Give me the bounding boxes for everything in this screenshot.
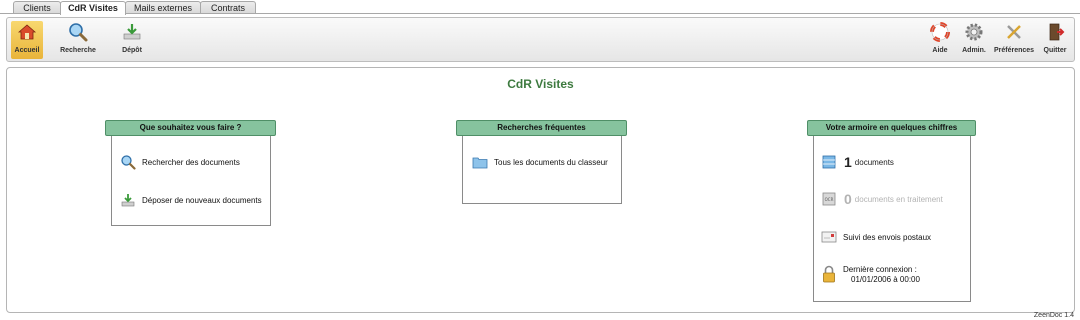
main-panel: CdR Visites Que souhaitez vous faire ? R…: [6, 67, 1075, 313]
upload-icon: [123, 24, 141, 40]
documents-label: documents: [854, 157, 894, 167]
preferences-button[interactable]: Préférences: [993, 21, 1035, 59]
all-documents-label: Tous les documents du classeur: [494, 157, 608, 167]
admin-label: Admin.: [962, 47, 986, 54]
last-login-value: 01/01/2006 à 00:00: [851, 275, 920, 284]
tab-clients[interactable]: Clients: [13, 1, 61, 14]
svg-text:OCR: OCR: [825, 197, 834, 202]
recherche-label: Recherche: [60, 47, 96, 54]
documents-count: 1: [844, 154, 852, 170]
padlock-icon: [823, 265, 835, 283]
actions-header: Que souhaitez vous faire ?: [105, 120, 276, 136]
ocr-icon: OCR: [822, 192, 836, 206]
search-icon: [69, 23, 88, 42]
home-icon: [17, 24, 37, 40]
quitter-button[interactable]: Quitter: [1040, 21, 1070, 59]
search-icon: [121, 155, 136, 170]
search-documents-label: Rechercher des documents: [142, 157, 240, 167]
folder-icon: [472, 157, 488, 169]
depot-button[interactable]: Dépôt: [115, 21, 149, 59]
mail-tracking-link[interactable]: Suivi des envois postaux: [821, 230, 931, 244]
tab-mails-externes[interactable]: Mails externes: [125, 1, 201, 14]
lifebuoy-icon: [930, 22, 950, 42]
tab-bar: Clients CdR Visites Mails externes Contr…: [0, 0, 1080, 15]
tab-cdr-visites[interactable]: CdR Visites: [60, 1, 126, 15]
deposit-documents-label: Déposer de nouveaux documents: [142, 195, 262, 205]
upload-icon: [121, 194, 135, 207]
actions-box: [111, 131, 271, 226]
aide-label: Aide: [932, 47, 948, 54]
admin-button[interactable]: Admin.: [959, 21, 989, 59]
preferences-label: Préférences: [993, 47, 1035, 54]
tools-icon: [1007, 25, 1021, 39]
depot-label: Dépôt: [122, 47, 142, 54]
gear-icon: [965, 23, 983, 41]
page-title: CdR Visites: [507, 77, 574, 91]
mail-tracking-label: Suivi des envois postaux: [843, 232, 932, 242]
document-stack-icon: [822, 155, 836, 169]
toolbar: Accueil Recherche Dépôt Aide Admin. Préf…: [6, 17, 1075, 62]
last-login-info: Dernière connexion : 01/01/2006 à 00:00: [822, 265, 920, 285]
deposit-documents-link[interactable]: Déposer de nouveaux documents: [120, 192, 262, 208]
processing-stat: OCR 0 documents en traitement: [822, 191, 943, 207]
all-documents-link[interactable]: Tous les documents du classeur: [472, 154, 608, 170]
stats-header: Votre armoire en quelques chiffres: [807, 120, 976, 136]
version-label: ZeenDoc 1.4: [1033, 312, 1074, 319]
recherche-button[interactable]: Recherche: [57, 21, 99, 59]
aide-button[interactable]: Aide: [927, 21, 953, 59]
quitter-label: Quitter: [1043, 47, 1067, 54]
documents-stat[interactable]: 1 documents: [822, 154, 894, 170]
processing-count: 0: [844, 191, 852, 207]
exit-icon: [1049, 23, 1065, 41]
processing-label: documents en traitement: [854, 194, 943, 204]
accueil-button[interactable]: Accueil: [11, 21, 43, 59]
envelope-icon: [821, 231, 837, 243]
tab-contrats[interactable]: Contrats: [200, 1, 256, 14]
last-login-label: Dernière connexion :: [843, 265, 917, 274]
accueil-label: Accueil: [14, 47, 40, 54]
frequent-searches-header: Recherches fréquentes: [456, 120, 627, 136]
search-documents-link[interactable]: Rechercher des documents: [120, 154, 240, 170]
